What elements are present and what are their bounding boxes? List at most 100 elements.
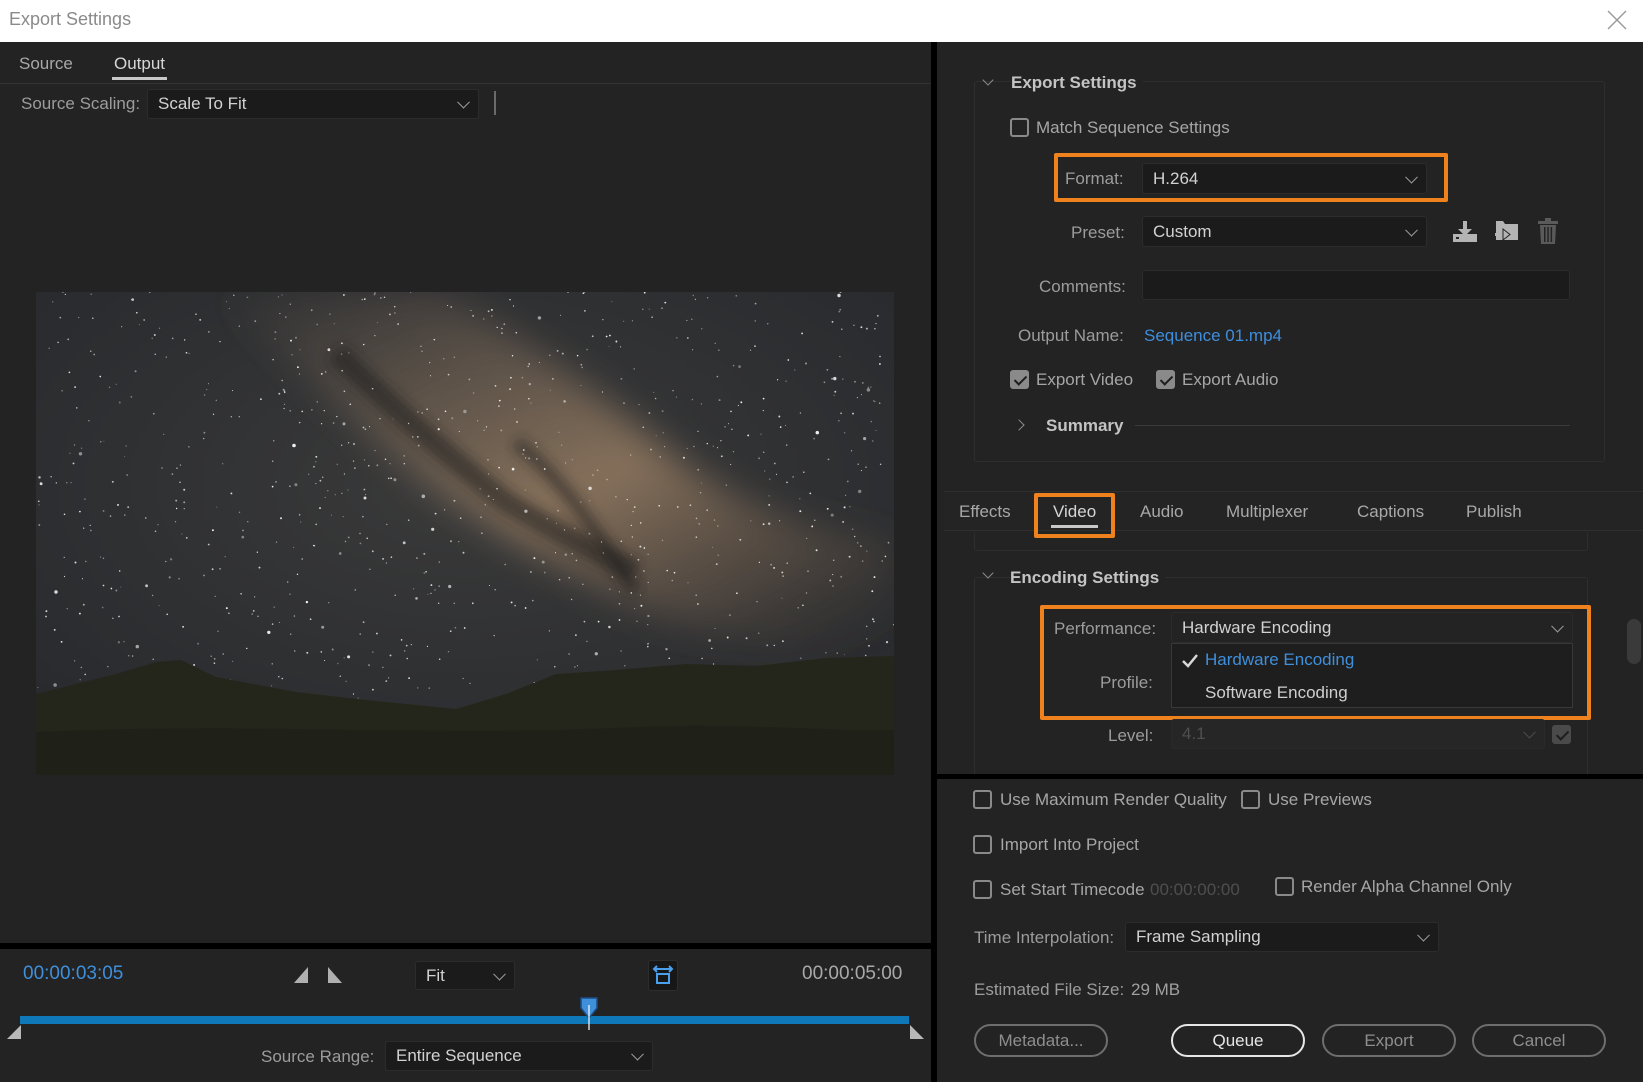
star [693, 445, 695, 448]
import-preset-icon[interactable] [1494, 218, 1520, 245]
star [786, 562, 788, 564]
star [671, 579, 674, 582]
star [270, 685, 273, 687]
star [833, 394, 835, 396]
tab-video[interactable]: Video [1050, 502, 1099, 528]
aspect-ratio-correction-button[interactable] [648, 960, 678, 991]
performance-dropdown[interactable]: Hardware Encoding [1171, 612, 1573, 643]
source-scaling-dropdown[interactable]: Scale To Fit [147, 89, 479, 119]
star [211, 568, 214, 571]
format-dropdown[interactable]: H.264 [1142, 163, 1427, 194]
start-timecode-value[interactable]: 00:00:00:00 [1150, 880, 1240, 900]
close-icon[interactable] [1606, 9, 1628, 31]
tab-source[interactable]: Source [19, 54, 73, 74]
star [85, 560, 87, 563]
star [575, 559, 578, 562]
star [203, 394, 206, 396]
menu-item-hardware-encoding[interactable]: Hardware Encoding [1205, 650, 1354, 670]
tab-output[interactable]: Output [111, 54, 168, 80]
star [313, 545, 316, 547]
star [472, 315, 474, 317]
star [211, 529, 214, 532]
level-dropdown[interactable]: 4.1 [1171, 719, 1545, 749]
star [815, 549, 818, 552]
star [359, 633, 361, 635]
star [647, 614, 650, 618]
star [283, 407, 285, 410]
tab-audio[interactable]: Audio [1140, 502, 1183, 522]
star [407, 422, 410, 425]
star [385, 562, 388, 564]
summary-title[interactable]: Summary [1046, 416, 1123, 436]
star [417, 444, 420, 447]
star [469, 682, 471, 684]
import-into-project-checkbox[interactable] [973, 835, 992, 854]
star [363, 488, 366, 491]
star [430, 592, 432, 595]
metadata-button[interactable]: Metadata... [974, 1024, 1108, 1057]
in-point-handle[interactable] [7, 1025, 21, 1039]
match-sequence-checkbox[interactable] [1010, 118, 1029, 137]
tab-effects[interactable]: Effects [959, 502, 1011, 522]
star [642, 308, 644, 310]
comments-input[interactable] [1142, 270, 1570, 300]
queue-button[interactable]: Queue [1171, 1024, 1305, 1057]
time-interpolation-value: Frame Sampling [1136, 927, 1261, 946]
output-name-link[interactable]: Sequence 01.mp4 [1144, 326, 1282, 346]
tab-captions[interactable]: Captions [1357, 502, 1424, 522]
star [427, 593, 429, 595]
export-button[interactable]: Export [1322, 1024, 1456, 1057]
max-render-quality-checkbox[interactable] [973, 790, 992, 809]
playhead-handle[interactable] [579, 996, 599, 1030]
star [814, 519, 816, 521]
tab-publish[interactable]: Publish [1466, 502, 1522, 522]
delete-preset-icon[interactable] [1537, 217, 1559, 245]
cancel-button[interactable]: Cancel [1472, 1024, 1606, 1057]
star [225, 607, 228, 610]
save-preset-icon[interactable] [1452, 220, 1478, 244]
star [866, 638, 868, 640]
level-max-checkbox[interactable] [1552, 725, 1571, 744]
star [306, 651, 309, 654]
star [488, 473, 490, 475]
star [394, 306, 396, 308]
set-start-timecode-checkbox[interactable] [973, 880, 992, 899]
star [188, 446, 190, 448]
star [597, 620, 600, 623]
preset-dropdown[interactable]: Custom [1142, 216, 1427, 247]
mark-in-icon[interactable] [293, 967, 309, 983]
timeline-scrubber[interactable] [20, 1016, 909, 1024]
star [389, 654, 392, 657]
star [875, 323, 877, 325]
render-alpha-checkbox[interactable] [1275, 877, 1294, 896]
tab-multiplexer[interactable]: Multiplexer [1226, 502, 1308, 522]
star [216, 506, 218, 508]
use-previews-checkbox[interactable] [1241, 790, 1260, 809]
out-point-handle[interactable] [910, 1025, 924, 1039]
star [488, 584, 490, 587]
star [826, 507, 829, 510]
star [188, 352, 190, 355]
time-interpolation-dropdown[interactable]: Frame Sampling [1125, 922, 1439, 952]
star [438, 561, 440, 563]
star [778, 415, 781, 418]
star [571, 553, 573, 555]
zoom-level-dropdown[interactable]: Fit [415, 961, 515, 990]
star [647, 553, 649, 555]
settings-scrollbar[interactable] [1627, 619, 1641, 664]
star [782, 575, 784, 577]
star [630, 454, 632, 456]
star [799, 510, 802, 513]
export-audio-checkbox[interactable] [1156, 370, 1175, 389]
export-video-checkbox[interactable] [1010, 370, 1029, 389]
star [203, 437, 205, 440]
star [289, 303, 292, 305]
mark-out-icon[interactable] [327, 967, 343, 983]
star [371, 550, 374, 553]
menu-item-software-encoding[interactable]: Software Encoding [1205, 683, 1348, 703]
current-timecode[interactable]: 00:00:03:05 [23, 963, 123, 985]
star [152, 412, 155, 415]
star [341, 369, 344, 372]
source-range-dropdown[interactable]: Entire Sequence [385, 1041, 653, 1071]
star [92, 317, 94, 319]
